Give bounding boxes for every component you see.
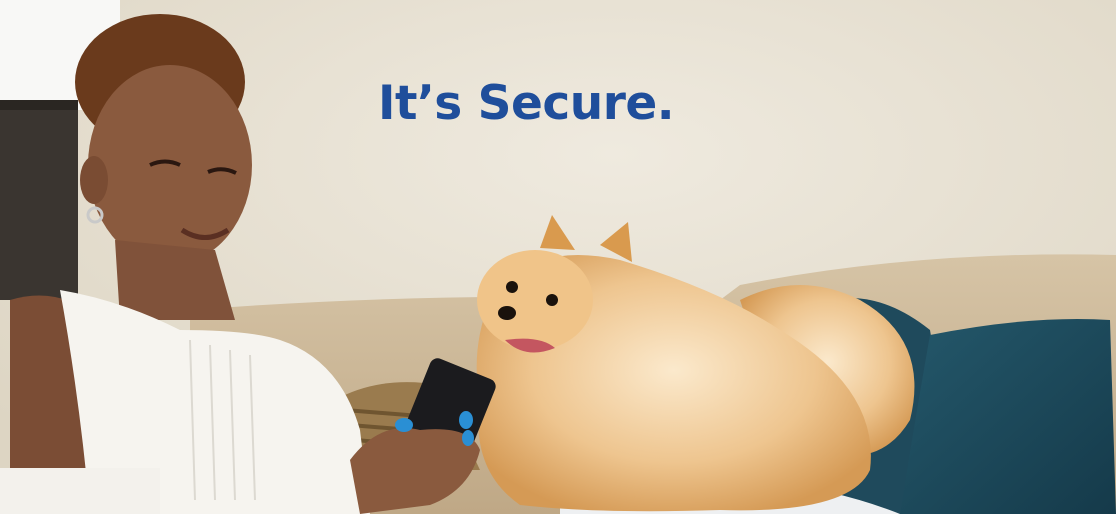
wall-shelf bbox=[0, 100, 78, 300]
hero-banner: It’s Secure. bbox=[0, 0, 1116, 514]
woman-head bbox=[88, 65, 252, 265]
headline: It’s Secure. bbox=[378, 76, 675, 131]
mug bbox=[0, 468, 160, 514]
teal-pillow-front bbox=[900, 319, 1116, 514]
dog-nose bbox=[498, 306, 516, 320]
dog-face bbox=[477, 250, 593, 350]
dog-eye-right bbox=[546, 294, 558, 306]
wall-shelf-edge bbox=[0, 100, 78, 110]
dog-eye-left bbox=[506, 281, 518, 293]
nail-1 bbox=[395, 418, 413, 432]
nail-3 bbox=[462, 430, 474, 446]
nail-2 bbox=[459, 411, 473, 429]
woman-ear bbox=[80, 156, 108, 204]
